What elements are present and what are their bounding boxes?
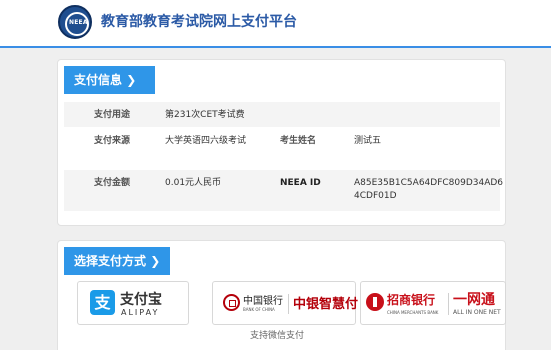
alipay-en-name: ALIPAY xyxy=(121,308,160,317)
source-row: 支付来源 大学英语四六级考试 考生姓名 测试五 xyxy=(64,127,500,169)
boc-option[interactable]: 中国银行 BANK OF CHINA 中银智慧付 xyxy=(212,281,359,325)
examinee-value: 测试五 xyxy=(354,136,382,146)
payment-info-card: 支付信息 ❯ 支付用途 第231次CET考试费 支付来源 大学英语四六级考试 考… xyxy=(57,59,506,226)
source-label: 支付来源 xyxy=(94,136,131,146)
divider xyxy=(288,294,289,314)
boc-brand: 中银智慧付 xyxy=(293,297,359,312)
cmb-logo-icon xyxy=(366,293,384,311)
source-value: 大学英语四六级考试 xyxy=(165,136,247,146)
divider xyxy=(448,293,449,315)
payment-info-tab: 支付信息 ❯ xyxy=(64,66,155,94)
neea-logo: NEEA xyxy=(58,5,92,39)
page-header: NEEA 教育部教育考试院网上支付平台 xyxy=(0,0,551,48)
cmb-brand: 一网通 xyxy=(453,292,495,308)
purpose-label: 支付用途 xyxy=(94,110,131,120)
cmb-name: 招商银行 xyxy=(387,293,436,307)
amount-label: 支付金额 xyxy=(94,178,131,188)
alipay-name: 支付宝 xyxy=(120,292,162,308)
payment-method-tab: 选择支付方式 ❯ xyxy=(64,247,170,275)
payment-info-label: 支付信息 xyxy=(74,73,123,87)
logo-text: NEEA xyxy=(69,19,88,26)
examinee-label: 考生姓名 xyxy=(280,136,317,146)
chevron-right-icon: ❯ xyxy=(150,254,161,268)
cmb-en-name: CHINA MERCHANTS BANK xyxy=(387,310,439,315)
amount-row: 支付金额 0.01元人民币 NEEA ID A85E35B1C5A64DFC80… xyxy=(64,169,503,211)
boc-name: 中国银行 xyxy=(243,296,283,307)
chevron-right-icon: ❯ xyxy=(126,73,137,87)
payment-method-card: 选择支付方式 ❯ 支 支付宝 ALIPAY 中国银行 BANK OF CHINA… xyxy=(57,240,506,350)
alipay-icon: 支 xyxy=(90,290,115,315)
page-title: 教育部教育考试院网上支付平台 xyxy=(101,14,297,30)
purpose-value: 第231次CET考试费 xyxy=(165,110,245,120)
amount-value: 0.01元人民币 xyxy=(165,178,222,188)
cmb-option[interactable]: 招商银行 CHINA MERCHANTS BANK 一网通 ALL IN ONE… xyxy=(360,281,506,325)
neea-id-label: NEEA ID xyxy=(280,178,321,188)
payment-info-table: 支付用途 第231次CET考试费 支付来源 大学英语四六级考试 考生姓名 测试五… xyxy=(64,101,503,211)
alipay-option[interactable]: 支 支付宝 ALIPAY xyxy=(77,281,189,325)
purpose-row: 支付用途 第231次CET考试费 xyxy=(64,101,500,127)
boc-logo-icon xyxy=(223,294,240,311)
payment-method-label: 选择支付方式 xyxy=(74,254,147,268)
boc-en-name: BANK OF CHINA xyxy=(243,307,275,312)
wechat-pay-note: 支持微信支付 xyxy=(250,331,305,341)
cmb-brand-en: ALL IN ONE NET xyxy=(453,309,501,316)
neea-id-value: A85E35B1C5A64DFC809D34AD64CDF01D xyxy=(354,178,504,201)
